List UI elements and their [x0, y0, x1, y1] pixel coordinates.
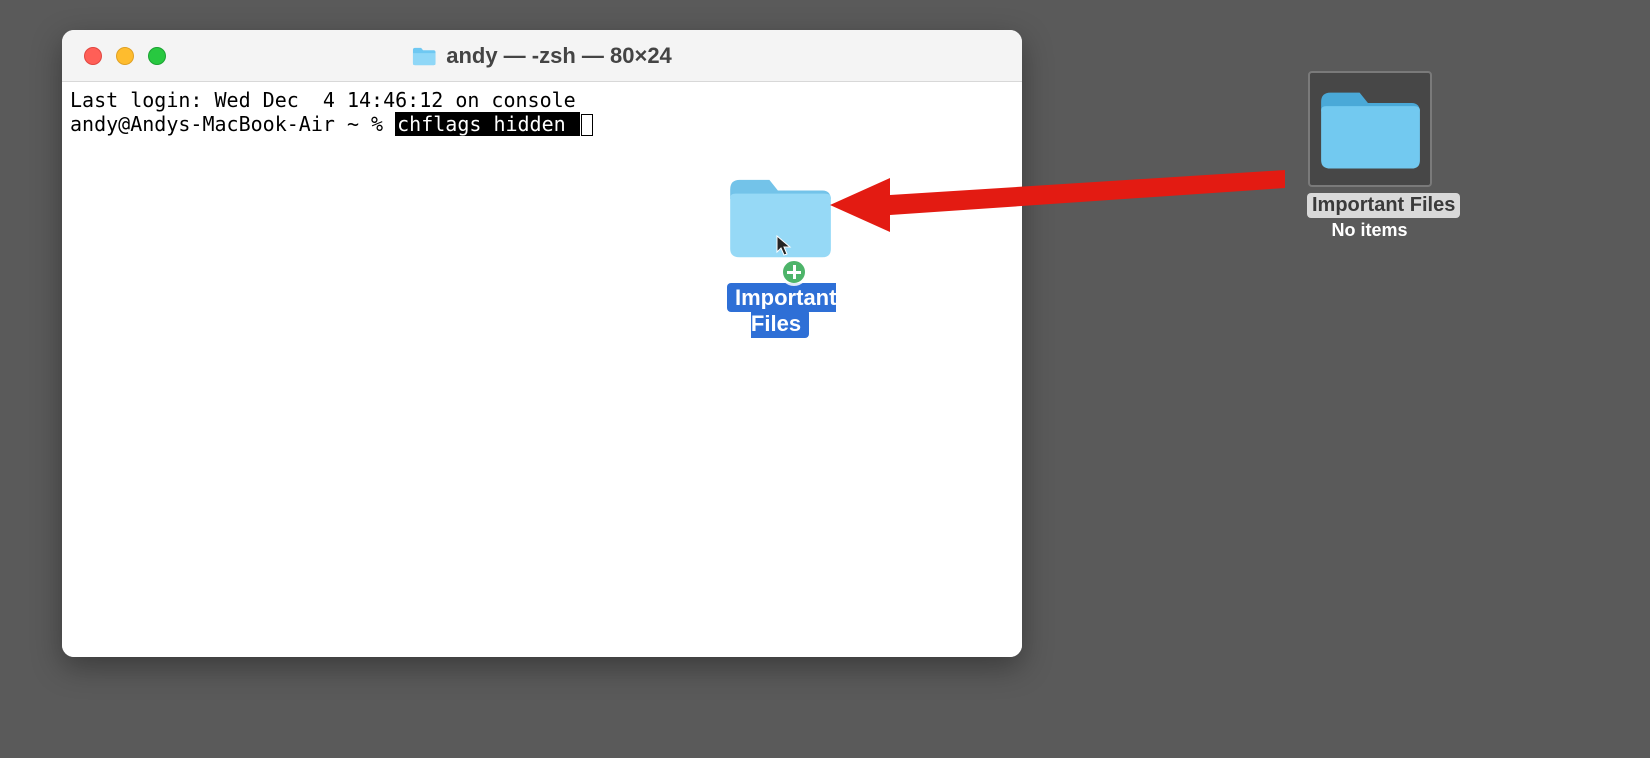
desktop-folder-label: Important Files — [1307, 193, 1460, 218]
dragged-folder[interactable]: Important Files — [727, 173, 833, 337]
prompt-text: andy@Andys-MacBook-Air ~ % — [70, 112, 395, 136]
traffic-lights — [62, 47, 166, 65]
desktop-folder-selection — [1308, 71, 1432, 187]
desktop-folder[interactable]: Important Files No items — [1307, 71, 1432, 241]
desktop-folder-subtitle: No items — [1307, 220, 1432, 241]
login-line: Last login: Wed Dec 4 14:46:12 on consol… — [70, 88, 576, 112]
folder-icon — [1318, 86, 1422, 172]
zoom-window-button[interactable] — [148, 47, 166, 65]
command-highlight: chflags hidden — [395, 112, 580, 136]
dragged-folder-label: Important Files — [727, 283, 836, 338]
copy-plus-badge-icon — [780, 258, 808, 286]
folder-icon — [412, 46, 436, 66]
window-titlebar[interactable]: andy — -zsh — 80×24 — [62, 30, 1022, 82]
terminal-window[interactable]: andy — -zsh — 80×24 Last login: Wed Dec … — [62, 30, 1022, 657]
minimize-window-button[interactable] — [116, 47, 134, 65]
text-cursor — [581, 114, 593, 136]
dragged-folder-icon-wrap — [727, 173, 833, 261]
window-title: andy — -zsh — 80×24 — [62, 43, 1022, 69]
terminal-output[interactable]: Last login: Wed Dec 4 14:46:12 on consol… — [62, 82, 1022, 657]
close-window-button[interactable] — [84, 47, 102, 65]
dragged-folder-label-wrap: Important Files — [727, 285, 833, 337]
window-title-text: andy — -zsh — 80×24 — [446, 43, 672, 69]
